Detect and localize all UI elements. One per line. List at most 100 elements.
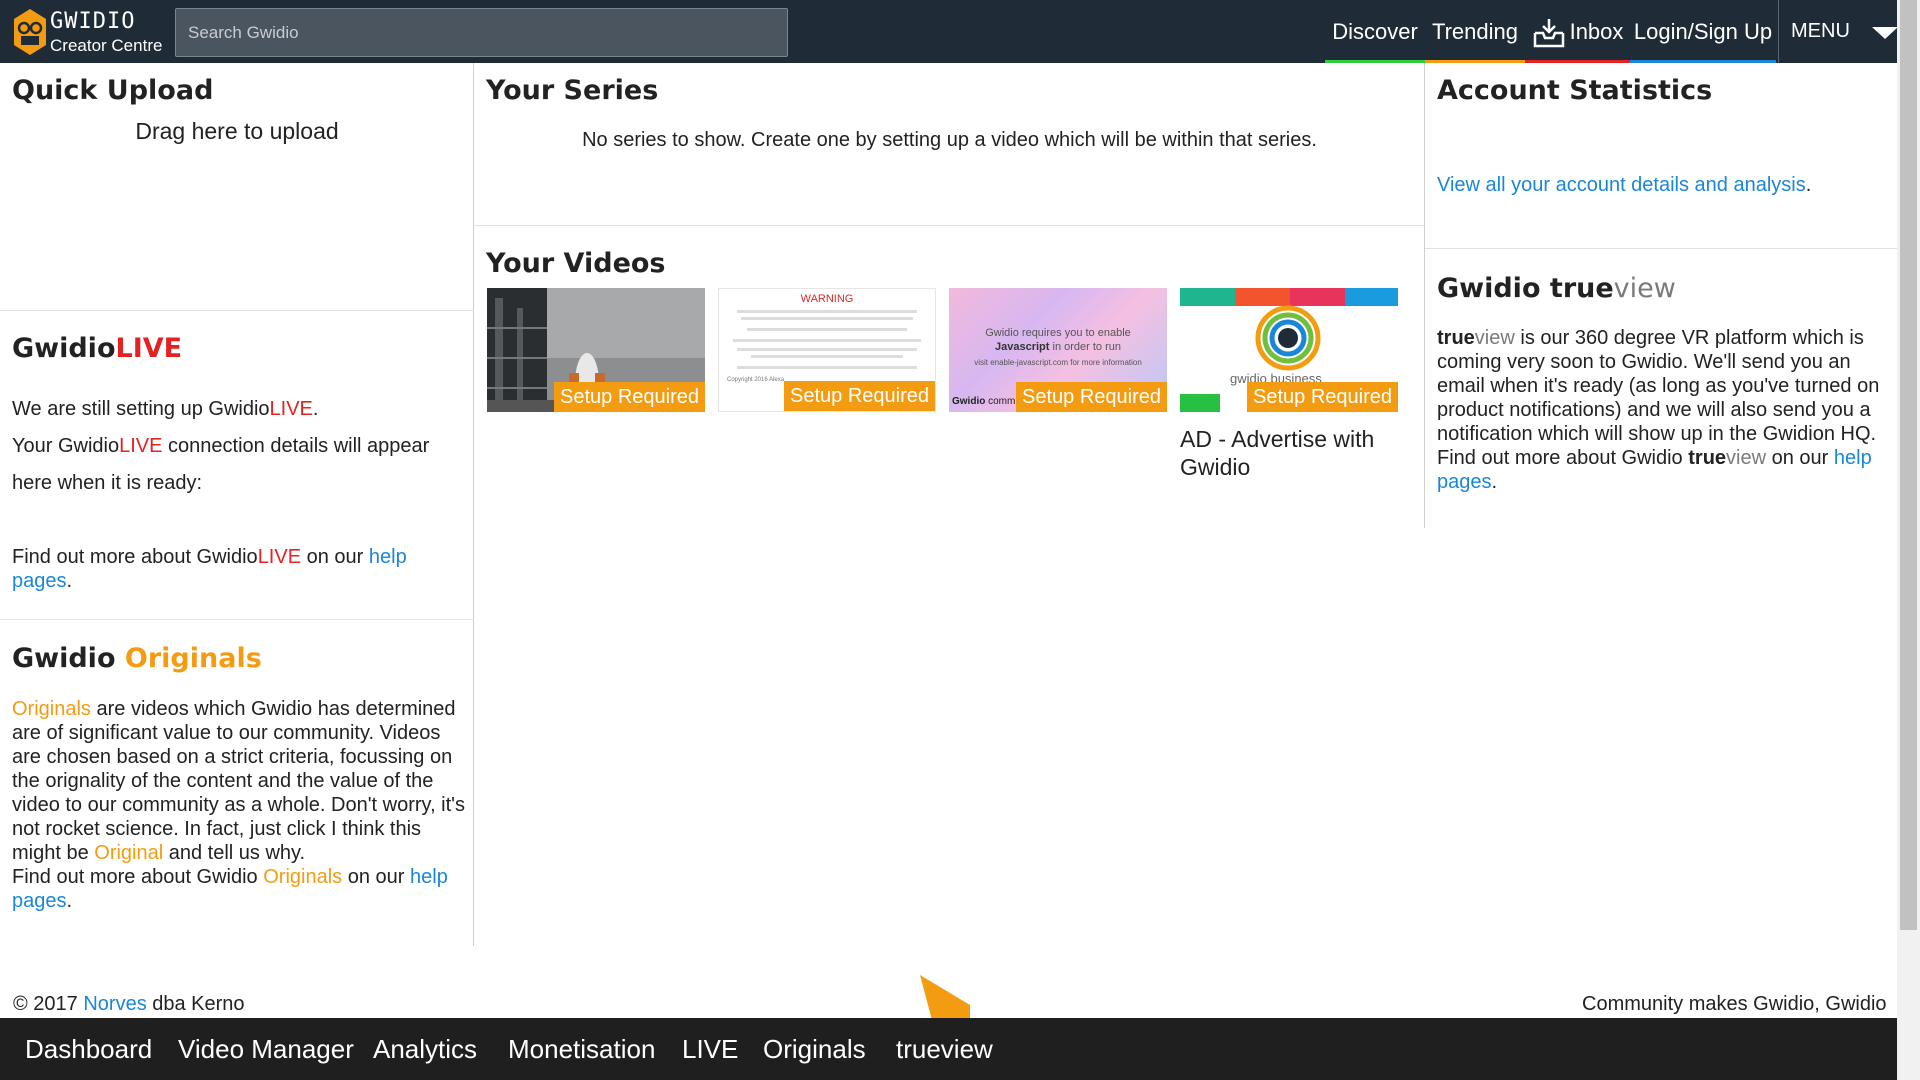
gwidio-live-title: GwidioLIVE [12, 333, 182, 364]
trueview-p-true: true [1437, 327, 1475, 349]
series-empty-message: No series to show. Create one by setting… [582, 129, 1317, 151]
account-details-row: View all your account details and analys… [1437, 173, 1811, 197]
nav-discover-label: Discover [1332, 19, 1418, 44]
live-line1-end: . [312, 398, 319, 420]
live-line2-prefix: Your Gwidio [12, 435, 120, 457]
video-card[interactable]: Gwidio requires you to enable Javascript… [949, 288, 1167, 412]
js-notice-bold: Javascript [995, 341, 1050, 353]
norves-link[interactable]: Norves [83, 993, 146, 1015]
trueview-more-prefix: Find out more about Gwidio [1437, 447, 1689, 469]
bottom-nav-video-manager[interactable]: Video Manager [178, 1018, 354, 1080]
right-column: Account Statistics View all your account… [1424, 63, 1898, 528]
account-details-link[interactable]: View all your account details and analys… [1437, 174, 1806, 196]
bottom-nav-live[interactable]: LIVE [682, 1018, 738, 1080]
your-series-title: Your Series [486, 75, 659, 106]
originals-text1: are videos which Gwidio has determined a… [12, 698, 465, 864]
divider [474, 225, 1425, 226]
footer-tagline: Community makes Gwidio, Gwidio [1582, 993, 1887, 1015]
js-notice-visit: visit enable-javascript.com for more inf… [974, 358, 1142, 367]
copyright-suffix: dba Kerno [146, 993, 245, 1015]
originals-more-end: . [66, 890, 73, 912]
menu-label: MENU [1791, 20, 1850, 42]
nav-inbox[interactable]: Inbox [1525, 0, 1630, 63]
originals-title-suffix: Originals [124, 643, 262, 674]
warning-title: WARNING [800, 293, 854, 305]
setup-required-badge: Setup Required [1247, 382, 1398, 412]
live-more-end: . [66, 570, 73, 592]
trueview-title-prefix: Gwidio [1437, 273, 1550, 304]
nav-trending[interactable]: Trending [1425, 0, 1525, 63]
bottom-nav-monetisation[interactable]: Monetisation [508, 1018, 655, 1080]
trueview-title-view: view [1613, 273, 1676, 304]
upload-dropzone[interactable]: Drag here to upload [0, 116, 474, 306]
originals-more-mid: on our [342, 866, 410, 888]
orange-triangle-decoration [920, 975, 970, 1020]
divider [1425, 248, 1898, 249]
page-scrollbar-thumb[interactable] [1900, 0, 1917, 930]
logo-title: GWIDIO [50, 9, 136, 34]
upload-drop-text: Drag here to upload [135, 118, 339, 144]
gwidio-logo[interactable]: GWIDIO Creator Centre [12, 7, 172, 59]
gwidio-trueview-title: Gwidio trueview [1437, 273, 1676, 304]
account-link-end: . [1805, 174, 1812, 196]
setup-required-badge: Setup Required [784, 381, 935, 411]
js-notice-line2: in order to run [1049, 341, 1121, 353]
copyright-prefix: © 2017 [13, 993, 84, 1015]
nav-login-signup-label: Login/Sign Up [1633, 19, 1773, 44]
live-more-mid: on our [301, 546, 369, 568]
trueview-description: trueview is our 360 degree VR platform w… [1437, 326, 1892, 494]
js-brand-rest: comm [988, 396, 1016, 407]
video-card[interactable]: gwidio business Setup Required [1180, 288, 1398, 412]
hexagon-logo-icon [14, 9, 46, 55]
bottom-nav-analytics[interactable]: Analytics [373, 1018, 477, 1080]
trueview-more-mid: on our [1766, 447, 1834, 469]
logo-subtitle: Creator Centre [50, 36, 163, 55]
menu-button[interactable]: MENU [1778, 0, 1898, 63]
trueview-more-end: . [1491, 471, 1498, 493]
nav-login-signup[interactable]: Login/Sign Up [1630, 0, 1776, 63]
live-line2-live: LIVE [119, 435, 163, 457]
originals-title-prefix: Gwidio [12, 643, 125, 674]
live-line1-live: LIVE [269, 398, 313, 420]
quick-upload-title: Quick Upload [12, 75, 214, 106]
top-navigation-bar: GWIDIO Creator Centre Discover Trending … [0, 0, 1898, 63]
chevron-down-icon [1872, 27, 1898, 39]
gwidio-originals-title: Gwidio Originals [12, 643, 262, 674]
js-brand-bold: Gwidio [952, 396, 986, 407]
divider [0, 619, 474, 620]
creator-bottom-nav: Dashboard Video Manager Analytics Moneti… [0, 1018, 1897, 1080]
your-videos-title: Your Videos [486, 248, 666, 279]
trueview-title-true: true [1549, 273, 1614, 304]
live-more-live: LIVE [257, 546, 302, 568]
live-line1-prefix: We are still setting up Gwidio [12, 398, 270, 420]
original-link[interactable]: Original [94, 842, 163, 864]
nav-discover[interactable]: Discover [1325, 0, 1425, 63]
trueview-p-view: view [1474, 327, 1515, 349]
footer-copyright: © 2017 Norves dba Kerno [13, 993, 245, 1016]
video-card[interactable]: WARNING Copyright 2016 Alexa Setup Requi… [718, 288, 936, 412]
originals-description: Originals are videos which Gwidio has de… [12, 697, 467, 913]
trueview-more-true: true [1688, 447, 1727, 469]
search-input[interactable] [175, 8, 788, 57]
live-title-suffix: LIVE [115, 333, 183, 364]
live-setup-text: We are still setting up GwidioLIVE. Your… [12, 391, 467, 502]
originals-text2: and tell us why. [163, 842, 306, 864]
originals-more-prefix: Find out more about Gwidio [12, 866, 264, 888]
inbox-icon [1533, 19, 1564, 48]
originals-link[interactable]: Originals [12, 698, 91, 720]
bottom-nav-originals[interactable]: Originals [763, 1018, 866, 1080]
bottom-nav-trueview[interactable]: trueview [896, 1018, 993, 1080]
bottom-nav-dashboard[interactable]: Dashboard [25, 1018, 152, 1080]
nav-trending-label: Trending [1431, 19, 1518, 44]
divider [0, 310, 474, 311]
setup-required-badge: Setup Required [1016, 382, 1167, 412]
js-notice-brand: Gwidio comm [952, 395, 1015, 409]
js-notice-line1: Gwidio requires you to enable [985, 327, 1131, 339]
middle-column: Your Series No series to show. Create on… [474, 63, 1425, 946]
originals-more-link[interactable]: Originals [263, 866, 342, 888]
video-card[interactable]: Setup Required [487, 288, 705, 412]
live-more-info: Find out more about GwidioLIVE on our he… [12, 545, 467, 593]
left-column: Quick Upload Drag here to upload GwidioL… [0, 63, 474, 946]
video-caption[interactable]: AD - Advertise with Gwidio [1180, 425, 1398, 481]
nav-inbox-label: Inbox [1569, 19, 1624, 44]
